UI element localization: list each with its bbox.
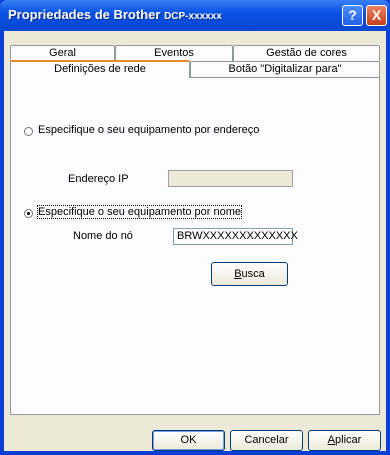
cancel-button[interactable]: Cancelar (230, 430, 303, 451)
ok-button[interactable]: OK (152, 430, 225, 451)
dialog-client: Geral Eventos Gestão de cores Definições… (4, 31, 386, 451)
search-button[interactable]: Busca (211, 262, 288, 286)
address-radio[interactable] (24, 127, 33, 136)
tab-gestao-de-cores[interactable]: Gestão de cores (233, 45, 380, 61)
address-radio-label: Especifique o seu equipamento por endere… (38, 124, 260, 136)
ip-address-label: Endereço IP (68, 173, 129, 185)
title-bar[interactable]: Propriedades de Brother DCP-xxxxxx ? X (0, 0, 390, 31)
node-name-label: Nome do nó (73, 230, 133, 242)
apply-button[interactable]: Aplicar (308, 430, 381, 451)
close-button[interactable]: X (366, 5, 387, 26)
window-title: Propriedades de Brother DCP-xxxxxx (8, 7, 222, 22)
help-button[interactable]: ? (342, 5, 363, 26)
tab-geral[interactable]: Geral (10, 45, 115, 61)
properties-window: Propriedades de Brother DCP-xxxxxx ? X G… (0, 0, 390, 455)
tab-botao-digitalizar-para[interactable]: Botão "Digitalizar para" (190, 61, 380, 77)
ip-address-input[interactable] (168, 170, 293, 187)
name-radio-label: Especifique o seu equipamento por nome (36, 205, 243, 219)
name-radio[interactable] (24, 209, 33, 218)
network-settings-panel: Especifique o seu equipamento por endere… (10, 77, 380, 415)
tab-eventos[interactable]: Eventos (115, 45, 233, 61)
tab-definicoes-de-rede[interactable]: Definições de rede (10, 60, 190, 78)
node-name-input[interactable]: BRWXXXXXXXXXXXXX (173, 228, 298, 245)
